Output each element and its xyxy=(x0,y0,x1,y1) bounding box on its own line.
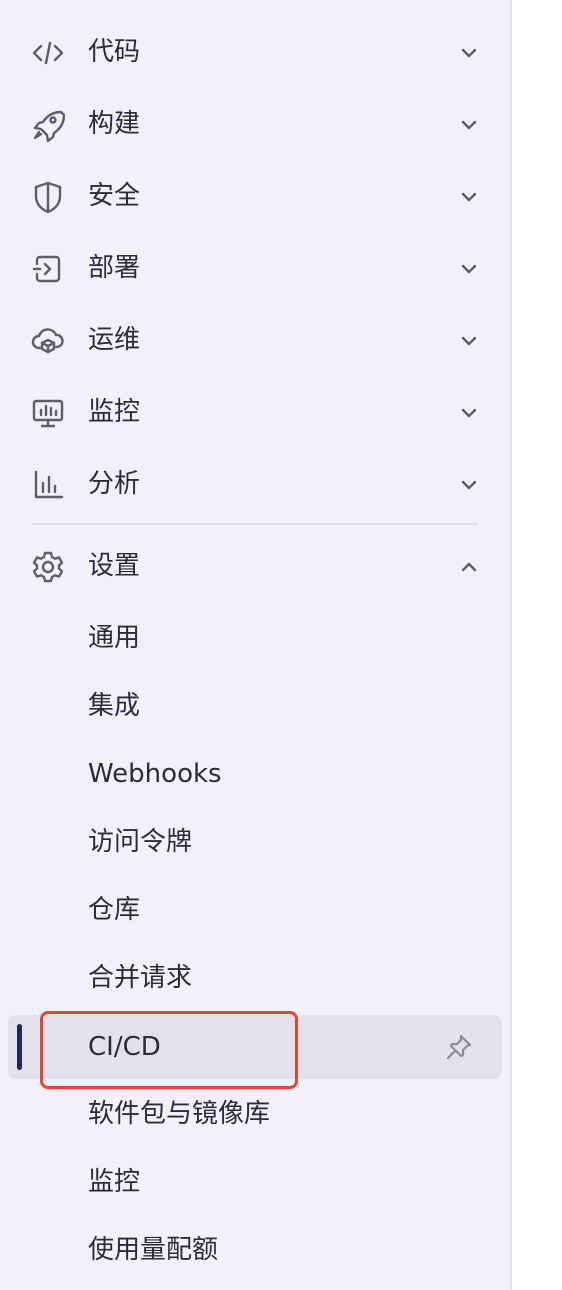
chevron-down-icon xyxy=(456,400,482,426)
nav-item-label: 部署 xyxy=(88,253,141,283)
code-icon xyxy=(31,36,65,70)
settings-item-merge-requests[interactable]: 合并请求 xyxy=(8,947,502,1009)
settings-item-access-tokens[interactable]: 访问令牌 xyxy=(8,811,502,873)
chevron-down-icon xyxy=(456,472,482,498)
nav-item-security[interactable]: 安全 xyxy=(8,166,502,226)
chevron-up-icon xyxy=(456,554,482,580)
nav-item-deploy[interactable]: 部署 xyxy=(8,238,502,298)
sidebar: 代码 构建 安全 部署 运维 监控 分析 设置 通用 集成 Webhooks 访… xyxy=(0,0,512,1290)
settings-item-packages-registries[interactable]: 软件包与镜像库 xyxy=(8,1083,502,1145)
settings-item-repository[interactable]: 仓库 xyxy=(8,879,502,941)
chevron-down-icon xyxy=(456,256,482,282)
active-indicator xyxy=(17,1024,22,1070)
settings-item-general[interactable]: 通用 xyxy=(8,607,502,669)
settings-item-label: CI/CD xyxy=(88,1032,161,1062)
gear-icon xyxy=(31,550,65,584)
nav-item-label: 运维 xyxy=(88,325,141,355)
nav-item-analytics[interactable]: 分析 xyxy=(8,454,502,514)
nav-item-label: 分析 xyxy=(88,469,141,499)
settings-item-label: 仓库 xyxy=(88,895,141,925)
settings-item-cicd[interactable]: CI/CD xyxy=(8,1015,502,1079)
deploy-icon xyxy=(31,252,65,286)
chevron-down-icon xyxy=(456,112,482,138)
rocket-icon xyxy=(31,108,65,142)
bar-chart-icon xyxy=(31,468,65,502)
nav-item-label: 监控 xyxy=(88,397,141,427)
cloud-box-icon xyxy=(31,324,65,358)
nav-item-label: 设置 xyxy=(88,551,141,581)
shield-icon xyxy=(31,180,65,214)
nav-item-label: 安全 xyxy=(88,181,141,211)
settings-item-label: 使用量配额 xyxy=(88,1235,219,1265)
nav-item-label: 代码 xyxy=(88,37,141,67)
chevron-down-icon xyxy=(456,328,482,354)
nav-item-operations[interactable]: 运维 xyxy=(8,310,502,370)
settings-item-label: 访问令牌 xyxy=(88,827,193,857)
settings-item-usage-quotas[interactable]: 使用量配额 xyxy=(8,1219,502,1281)
pin-icon[interactable] xyxy=(444,1032,474,1062)
nav-item-settings[interactable]: 设置 xyxy=(8,536,502,596)
nav-item-monitor[interactable]: 监控 xyxy=(8,382,502,442)
settings-item-integrations[interactable]: 集成 xyxy=(8,675,502,737)
settings-item-label: 监控 xyxy=(88,1167,141,1197)
chevron-down-icon xyxy=(456,184,482,210)
settings-item-monitor[interactable]: 监控 xyxy=(8,1151,502,1213)
monitor-icon xyxy=(31,396,65,430)
settings-item-label: 通用 xyxy=(88,623,141,653)
nav-item-label: 构建 xyxy=(88,109,141,139)
nav-item-build[interactable]: 构建 xyxy=(8,94,502,154)
settings-item-label: Webhooks xyxy=(88,759,222,789)
settings-item-label: 集成 xyxy=(88,691,141,721)
chevron-down-icon xyxy=(456,40,482,66)
nav-item-code[interactable]: 代码 xyxy=(8,22,502,82)
settings-item-webhooks[interactable]: Webhooks xyxy=(8,743,502,805)
settings-item-label: 合并请求 xyxy=(88,963,193,993)
nav-divider xyxy=(32,523,478,525)
settings-item-label: 软件包与镜像库 xyxy=(88,1099,271,1129)
